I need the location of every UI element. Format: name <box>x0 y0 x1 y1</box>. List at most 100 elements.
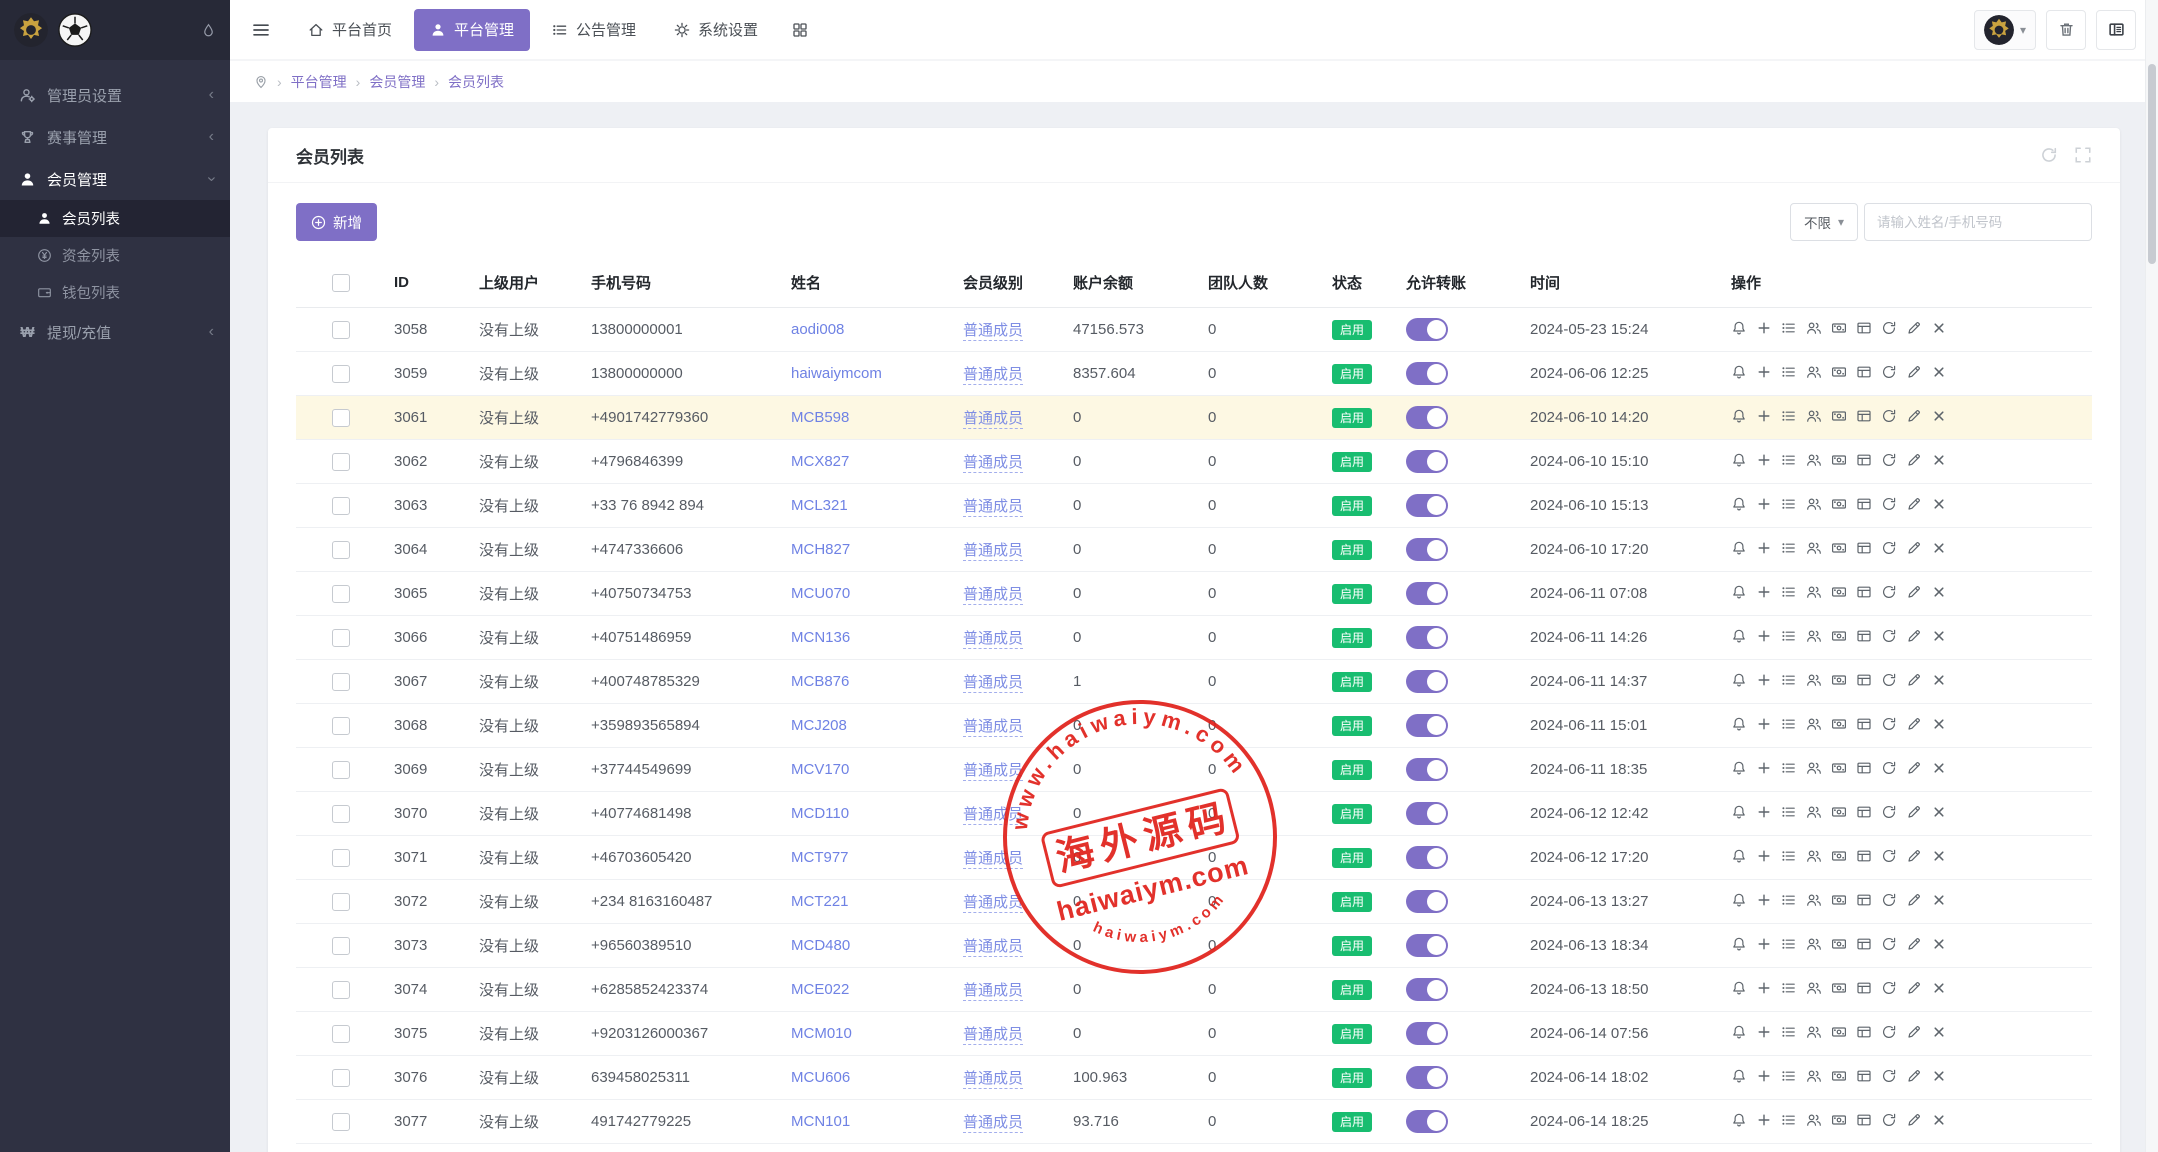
money-icon[interactable] <box>1831 408 1847 424</box>
hamburger-menu-icon[interactable] <box>230 21 292 39</box>
add-icon[interactable] <box>1756 804 1772 820</box>
list-icon[interactable] <box>1781 408 1797 424</box>
refresh-icon[interactable] <box>1881 672 1897 688</box>
team-icon[interactable] <box>1806 848 1822 864</box>
card-icon[interactable] <box>1856 936 1872 952</box>
sidebar-item-member-management[interactable]: 会员管理 ‹ <box>0 158 230 200</box>
bell-icon[interactable] <box>1731 408 1747 424</box>
delete-icon[interactable] <box>1931 1112 1947 1128</box>
sidebar-item-withdraw-recharge[interactable]: ₩ 提现/充值 ‹ <box>0 311 230 353</box>
row-checkbox[interactable] <box>332 408 350 427</box>
list-icon[interactable] <box>1781 540 1797 556</box>
team-icon[interactable] <box>1806 892 1822 908</box>
row-checkbox[interactable] <box>332 584 350 603</box>
bell-icon[interactable] <box>1731 760 1747 776</box>
row-checkbox[interactable] <box>332 540 350 559</box>
transfer-toggle[interactable] <box>1406 450 1448 473</box>
member-level-link[interactable]: 普通成员 <box>963 542 1024 561</box>
member-level-link[interactable]: 普通成员 <box>963 322 1024 341</box>
add-icon[interactable] <box>1756 584 1772 600</box>
team-icon[interactable] <box>1806 936 1822 952</box>
list-icon[interactable] <box>1781 628 1797 644</box>
refresh-icon[interactable] <box>1881 936 1897 952</box>
refresh-icon[interactable] <box>1881 892 1897 908</box>
sidebar-subitem-member-list[interactable]: 会员列表 <box>0 200 230 237</box>
edit-icon[interactable] <box>1906 540 1922 556</box>
card-icon[interactable] <box>1856 804 1872 820</box>
team-icon[interactable] <box>1806 672 1822 688</box>
refresh-icon[interactable] <box>1881 716 1897 732</box>
transfer-toggle[interactable] <box>1406 626 1448 649</box>
bell-icon[interactable] <box>1731 892 1747 908</box>
list-icon[interactable] <box>1781 672 1797 688</box>
sidebar-subitem-funds-list[interactable]: 资金列表 <box>0 237 230 274</box>
transfer-toggle[interactable] <box>1406 318 1448 341</box>
add-icon[interactable] <box>1756 848 1772 864</box>
add-icon[interactable] <box>1756 628 1772 644</box>
add-icon[interactable] <box>1756 760 1772 776</box>
breadcrumb-member-list[interactable]: 会员列表 <box>448 72 504 92</box>
member-name-link[interactable]: haiwaiymcom <box>791 365 882 382</box>
bell-icon[interactable] <box>1731 1068 1747 1084</box>
edit-icon[interactable] <box>1906 1024 1922 1040</box>
vertical-scrollbar[interactable] <box>2145 0 2158 1152</box>
transfer-toggle[interactable] <box>1406 494 1448 517</box>
edit-icon[interactable] <box>1906 364 1922 380</box>
row-checkbox[interactable] <box>332 716 350 735</box>
card-icon[interactable] <box>1856 540 1872 556</box>
refresh-icon[interactable] <box>1881 804 1897 820</box>
user-avatar-dropdown[interactable]: ▾ <box>1973 9 2036 50</box>
delete-icon[interactable] <box>1931 980 1947 996</box>
money-icon[interactable] <box>1831 496 1847 512</box>
delete-icon[interactable] <box>1931 320 1947 336</box>
bell-icon[interactable] <box>1731 496 1747 512</box>
money-icon[interactable] <box>1831 936 1847 952</box>
member-name-link[interactable]: MCU606 <box>791 1069 850 1086</box>
bell-icon[interactable] <box>1731 364 1747 380</box>
member-level-link[interactable]: 普通成员 <box>963 982 1024 1001</box>
bell-icon[interactable] <box>1731 980 1747 996</box>
nav-system-settings[interactable]: 系统设置 <box>658 9 774 51</box>
card-icon[interactable] <box>1856 848 1872 864</box>
team-icon[interactable] <box>1806 540 1822 556</box>
add-member-button[interactable]: 新增 <box>296 203 377 241</box>
transfer-toggle[interactable] <box>1406 1110 1448 1133</box>
member-level-link[interactable]: 普通成员 <box>963 1114 1024 1133</box>
transfer-toggle[interactable] <box>1406 758 1448 781</box>
add-icon[interactable] <box>1756 496 1772 512</box>
bell-icon[interactable] <box>1731 584 1747 600</box>
add-icon[interactable] <box>1756 408 1772 424</box>
row-checkbox[interactable] <box>332 1024 350 1043</box>
card-icon[interactable] <box>1856 760 1872 776</box>
card-icon[interactable] <box>1856 892 1872 908</box>
droplet-icon[interactable] <box>201 23 216 38</box>
row-checkbox[interactable] <box>332 320 350 339</box>
member-name-link[interactable]: MCN136 <box>791 629 850 646</box>
add-icon[interactable] <box>1756 452 1772 468</box>
list-icon[interactable] <box>1781 1068 1797 1084</box>
money-icon[interactable] <box>1831 760 1847 776</box>
team-icon[interactable] <box>1806 1068 1822 1084</box>
refresh-icon[interactable] <box>1881 496 1897 512</box>
sidebar-subitem-wallet-list[interactable]: 钱包列表 <box>0 274 230 311</box>
bell-icon[interactable] <box>1731 320 1747 336</box>
transfer-toggle[interactable] <box>1406 802 1448 825</box>
trash-button[interactable] <box>2046 9 2086 50</box>
card-icon[interactable] <box>1856 320 1872 336</box>
member-level-link[interactable]: 普通成员 <box>963 850 1024 869</box>
add-icon[interactable] <box>1756 1112 1772 1128</box>
refresh-icon[interactable] <box>1881 540 1897 556</box>
row-checkbox[interactable] <box>332 672 350 691</box>
money-icon[interactable] <box>1831 1068 1847 1084</box>
scrollbar-thumb[interactable] <box>2148 64 2156 264</box>
delete-icon[interactable] <box>1931 452 1947 468</box>
member-name-link[interactable]: MCX827 <box>791 453 849 470</box>
row-checkbox[interactable] <box>332 496 350 515</box>
list-icon[interactable] <box>1781 760 1797 776</box>
delete-icon[interactable] <box>1931 496 1947 512</box>
bell-icon[interactable] <box>1731 804 1747 820</box>
card-icon[interactable] <box>1856 1024 1872 1040</box>
edit-icon[interactable] <box>1906 804 1922 820</box>
nav-platform-home[interactable]: 平台首页 <box>292 9 408 51</box>
delete-icon[interactable] <box>1931 540 1947 556</box>
